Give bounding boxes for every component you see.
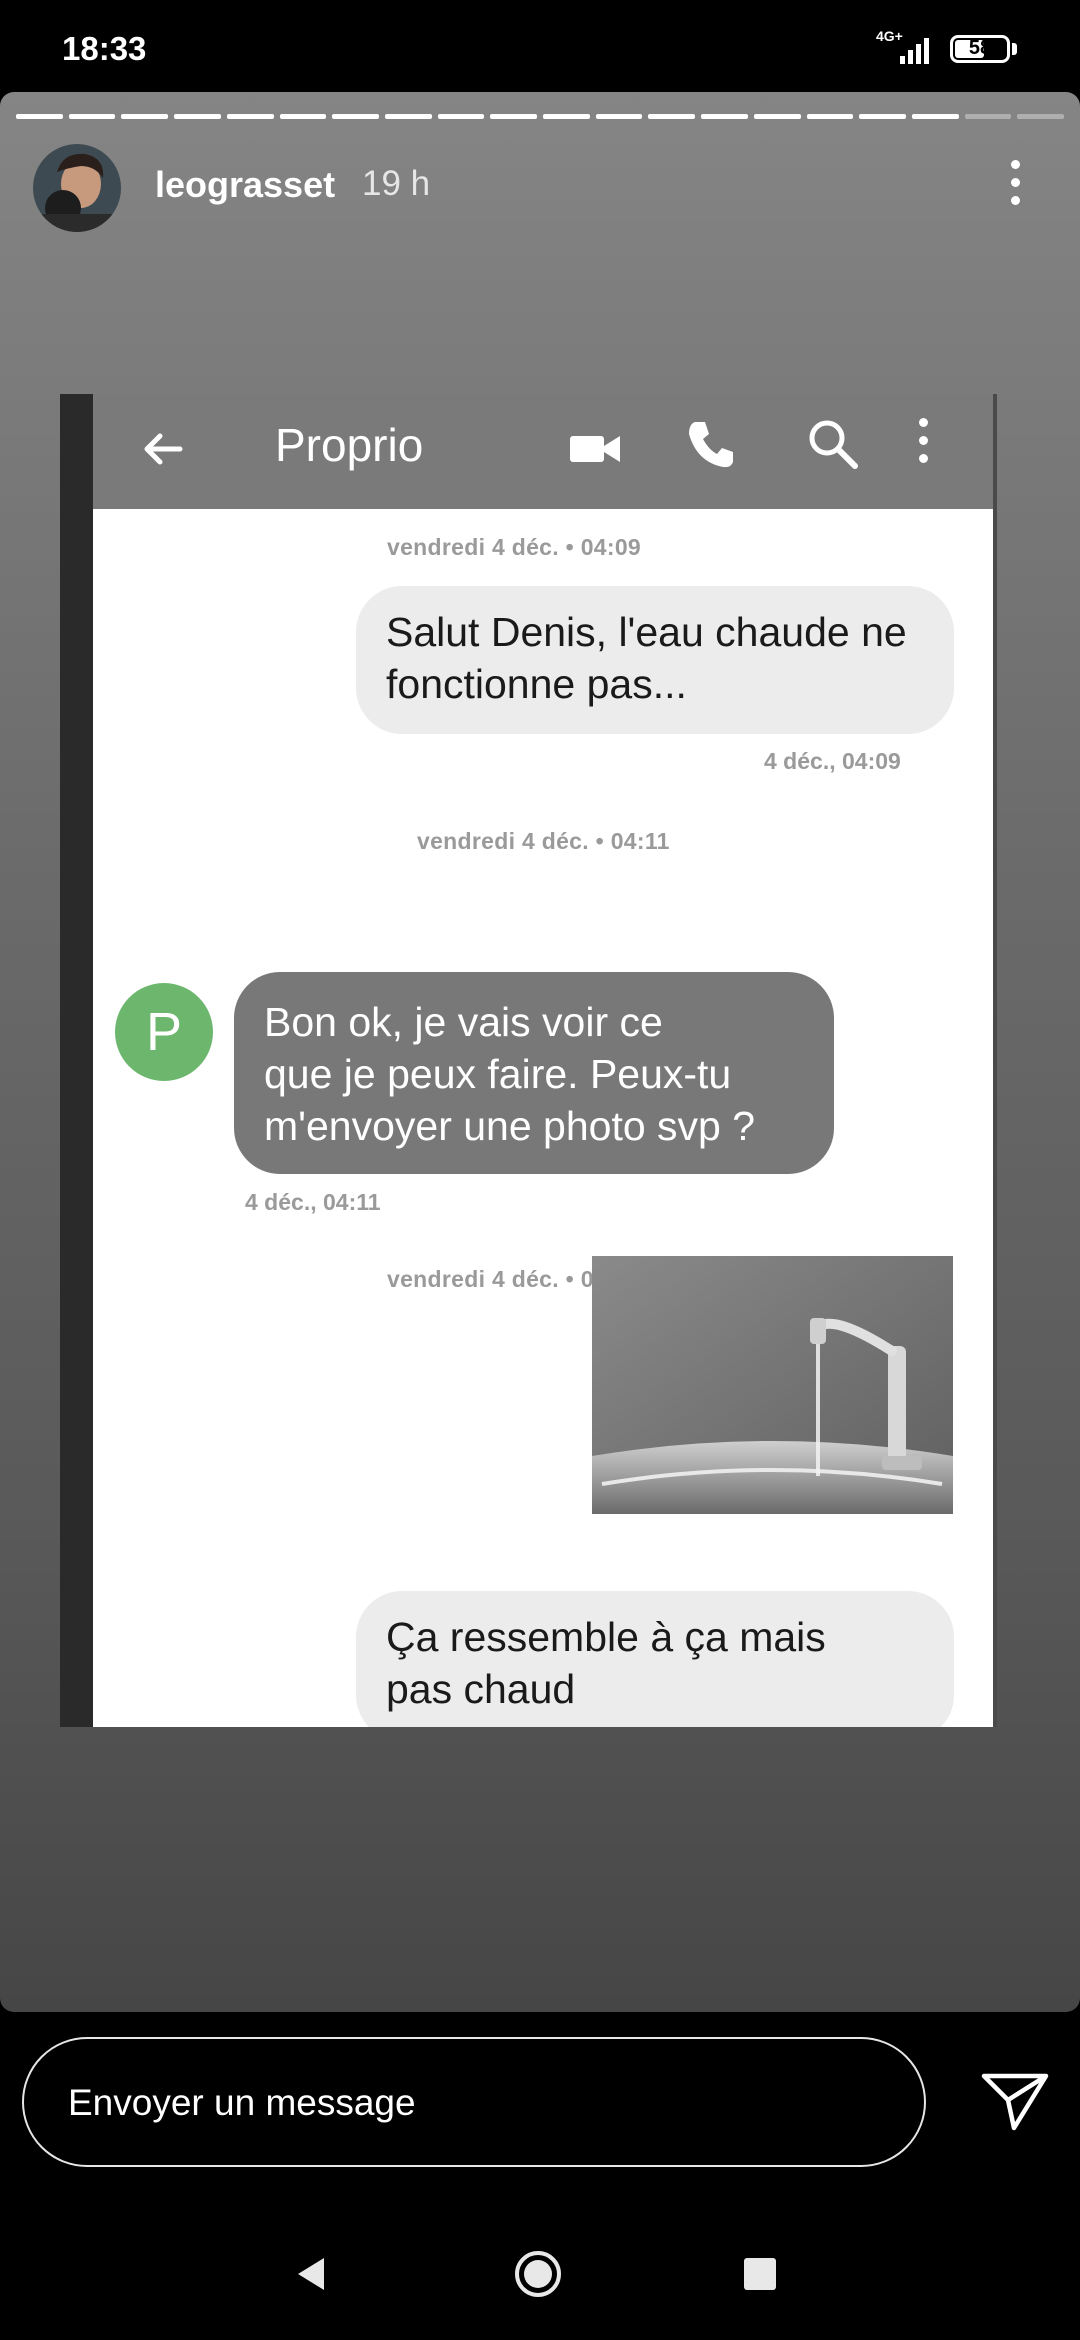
message-text: pas chaud	[386, 1666, 576, 1712]
network-indicator: 4G+	[876, 28, 936, 66]
progress-segment	[1017, 114, 1065, 119]
progress-segment	[648, 114, 696, 119]
progress-segment	[226, 114, 274, 119]
nav-back-icon[interactable]	[292, 2254, 332, 2294]
status-time: 18:33	[62, 30, 147, 67]
progress-segment	[68, 114, 116, 119]
progress-segment	[437, 114, 485, 119]
progress-segment	[174, 114, 221, 119]
signal-icon	[900, 38, 929, 64]
message-bubble-outgoing: Salut Denis, l'eau chaude ne fonctionne …	[356, 586, 954, 734]
progress-segment	[964, 114, 1012, 119]
progress-segment	[701, 114, 748, 119]
status-bar: 18:33 4G+ 58	[0, 0, 1080, 95]
story-viewer[interactable]: leograsset 19 h Proprio vendredi 4 déc. …	[0, 92, 1080, 2012]
progress-segment	[490, 114, 538, 119]
message-text: Bon ok, je vais voir ce	[264, 999, 663, 1045]
message-text: fonctionne pas...	[386, 661, 687, 707]
progress-segment	[121, 114, 169, 119]
story-more-options-icon[interactable]	[1000, 160, 1030, 220]
reply-message-input[interactable]: Envoyer un message	[22, 2037, 926, 2167]
progress-segment	[595, 114, 643, 119]
progress-segment	[16, 114, 63, 119]
conversation-app-bar: Proprio	[93, 394, 993, 509]
nav-recents-icon[interactable]	[744, 2258, 776, 2290]
story-username[interactable]: leograsset	[155, 164, 335, 206]
more-vertical-icon	[916, 418, 930, 474]
contact-avatar: P	[115, 983, 213, 1081]
progress-segment	[332, 114, 379, 119]
progress-segment	[279, 114, 327, 119]
message-text: Ça ressemble à ça mais	[386, 1614, 826, 1660]
message-text: que je peux faire. Peux-tu	[264, 1051, 732, 1097]
message-text: m'envoyer une photo svp ?	[264, 1103, 756, 1149]
battery-icon: 58	[950, 35, 1010, 63]
phone-icon	[689, 422, 733, 468]
avatar[interactable]	[33, 144, 121, 232]
progress-segment	[753, 114, 801, 119]
progress-segment	[859, 114, 906, 119]
screenshot-edge	[60, 394, 93, 1727]
shared-screenshot: Proprio vendredi 4 déc. • 04:09 Salut De…	[60, 394, 997, 1727]
battery-nub	[1012, 43, 1017, 55]
reply-placeholder: Envoyer un message	[68, 2082, 416, 2123]
progress-segment	[911, 114, 959, 119]
arrow-left-icon	[144, 433, 183, 465]
screenshot-edge-right	[993, 394, 997, 1727]
faucet-photo	[592, 1256, 953, 1514]
message-timestamp: 4 déc., 04:09	[764, 748, 901, 774]
message-bubble-outgoing: Ça ressemble à ça mais pas chaud	[356, 1591, 954, 1727]
conversation-title: Proprio	[275, 419, 424, 471]
battery-label: 58	[968, 37, 992, 59]
message-text: Salut Denis, l'eau chaude ne	[386, 609, 907, 655]
date-separator: vendredi 4 déc. • 04:11	[417, 828, 670, 854]
story-time-ago: 19 h	[362, 164, 431, 203]
search-icon	[809, 420, 858, 469]
avatar-image	[33, 144, 121, 232]
nav-home-icon[interactable]	[513, 2249, 563, 2299]
progress-segment	[806, 114, 854, 119]
date-separator: vendredi 4 déc. • 04:09	[387, 534, 642, 560]
message-photo	[592, 1256, 953, 1514]
message-bubble-incoming: Bon ok, je vais voir ce que je peux fair…	[234, 972, 834, 1174]
progress-segment	[543, 114, 590, 119]
progress-segment	[384, 114, 432, 119]
send-icon[interactable]	[980, 2070, 1050, 2132]
message-timestamp: 4 déc., 04:11	[245, 1189, 381, 1215]
video-camera-icon	[570, 436, 620, 462]
story-progress-bar	[16, 114, 1065, 119]
